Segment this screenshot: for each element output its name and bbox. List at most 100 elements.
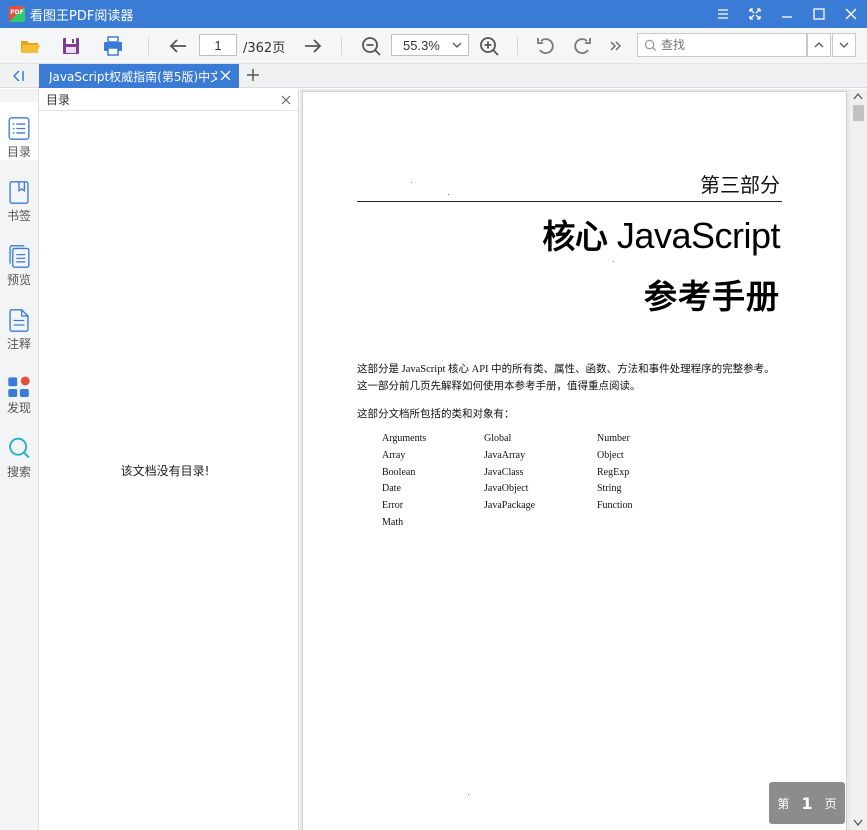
sidebar-item-bookmarks[interactable]: 书签 (0, 166, 38, 224)
sidebar-item-outline[interactable]: 目录 (0, 102, 38, 160)
close-window-button[interactable] (835, 0, 867, 28)
search-previous-button[interactable] (807, 33, 831, 57)
page-title-en: JavaScript (616, 215, 781, 256)
chevron-down-icon (839, 42, 849, 48)
page-title: 核心 JavaScript (542, 210, 780, 258)
printer-icon (104, 36, 122, 56)
list-item: Error (382, 500, 404, 512)
sidebar-item-search[interactable]: 搜索 (0, 422, 38, 480)
menu-button[interactable] (707, 0, 739, 28)
list-item: Math (382, 516, 404, 528)
sidebar-item-label: 发现 (6, 401, 31, 415)
page-total: /362页 (243, 41, 286, 56)
search-input[interactable] (661, 38, 801, 52)
print-button[interactable] (101, 34, 125, 58)
zoom-in-button[interactable] (477, 34, 501, 58)
panel-header: 目录 (39, 89, 298, 111)
maximize-button[interactable] (803, 0, 835, 28)
zoom-in-icon (480, 37, 499, 56)
double-chevron-right-icon (610, 41, 621, 51)
save-button[interactable] (59, 34, 83, 58)
close-icon (845, 8, 857, 20)
sidebar-item-preview[interactable]: 预览 (0, 230, 38, 288)
minimize-button[interactable] (771, 0, 803, 28)
list-item: JavaObject (484, 483, 529, 495)
scan-speck (411, 182, 412, 183)
zoom-select[interactable]: 55.3% (391, 34, 469, 56)
zoom-value: 55.3% (403, 37, 440, 53)
page-part-heading: 第三部分 (700, 173, 780, 197)
document-view[interactable]: 第三部分 核心 JavaScript 参考手册 这部分是 JavaScript … (300, 89, 867, 830)
class-list-column-1: Arguments Array Boolean Date Error Math (382, 431, 426, 532)
arrow-right-icon (305, 39, 322, 53)
page-subtitle: 参考手册 (644, 277, 780, 316)
discover-icon (8, 376, 30, 397)
list-item: JavaClass (484, 466, 524, 478)
save-icon (63, 38, 79, 54)
fullscreen-button[interactable] (739, 0, 771, 28)
list-item: JavaArray (484, 449, 526, 461)
toolbar-separator (341, 37, 342, 55)
tab-document[interactable]: JavaScript权威指南(第5版)中文 (39, 64, 239, 88)
previous-page-button[interactable] (166, 34, 190, 58)
sidebar-item-label: 注释 (6, 337, 31, 351)
sidebar-item-label: 书签 (6, 209, 31, 223)
title-bar: 看图王PDF阅读器 (0, 0, 867, 28)
scan-speck (468, 794, 469, 795)
collapse-sidebar-icon[interactable] (10, 68, 26, 84)
window-controls (707, 0, 867, 28)
sidebar-item-discover[interactable]: 发现 (0, 358, 38, 416)
annotation-icon (9, 309, 29, 332)
rotate-right-button[interactable] (570, 34, 594, 58)
list-item: JavaPackage (484, 500, 536, 512)
thumbnails-icon (9, 245, 30, 268)
next-page-button[interactable] (301, 34, 325, 58)
search-icon (9, 437, 30, 459)
class-list-column-2: Global JavaArray JavaClass JavaObject Ja… (484, 431, 535, 515)
zoom-out-icon (362, 37, 381, 56)
list-item: Date (382, 483, 401, 495)
list-icon (8, 117, 30, 140)
class-list-column-3: Number Object RegExp String Function (597, 431, 633, 515)
more-tools-button[interactable] (603, 34, 627, 58)
open-file-button[interactable] (18, 34, 42, 58)
maximize-icon (813, 8, 825, 20)
close-tab-icon[interactable] (220, 70, 231, 81)
zoom-out-button[interactable] (359, 34, 383, 58)
scroll-down-icon[interactable] (853, 819, 863, 827)
page-heading-rule (357, 201, 782, 202)
menu-icon (718, 9, 728, 19)
toolbar-separator (517, 37, 518, 55)
sidebar-item-annotations[interactable]: 注释 (0, 294, 38, 352)
scrollbar-thumb[interactable] (853, 105, 864, 121)
list-item: String (597, 483, 622, 495)
close-panel-icon[interactable] (281, 95, 291, 105)
page-number-input[interactable] (199, 34, 237, 56)
scan-speck (613, 261, 614, 262)
add-tab-icon[interactable] (246, 68, 260, 82)
list-item: Object (597, 449, 624, 461)
sidebar-rail: 目录 书签 预览 注释 发现 搜索 (0, 89, 39, 830)
page-title-cn: 核心 (542, 217, 608, 256)
search-next-button[interactable] (832, 33, 856, 57)
panel-title: 目录 (46, 93, 71, 107)
scroll-up-icon[interactable] (853, 92, 863, 100)
app-logo-icon (9, 6, 25, 22)
fullscreen-icon (749, 8, 761, 20)
page-intro-paragraph: 这部分是 JavaScript 核心 API 中的所有类、属性、函数、方法和事件… (357, 364, 775, 392)
page-indicator-number: 1 (801, 793, 813, 813)
scan-speck (448, 194, 449, 195)
rotate-left-button[interactable] (534, 34, 558, 58)
list-item: Array (382, 449, 406, 461)
rotate-left-icon (537, 38, 554, 54)
vertical-scrollbar[interactable] (850, 89, 867, 830)
tab-title: JavaScript权威指南(第5版)中文 (49, 69, 217, 84)
chevron-up-icon (814, 42, 824, 48)
search-box[interactable] (637, 33, 807, 57)
page-indicator: 第 1 页 (769, 782, 845, 824)
folder-open-icon (21, 41, 40, 53)
minimize-icon (782, 16, 792, 18)
outline-panel: 目录 该文档没有目录! (39, 89, 299, 830)
page-list-intro: 这部分文档所包括的类和对象有： (357, 409, 515, 420)
toolbar-separator (148, 37, 149, 55)
